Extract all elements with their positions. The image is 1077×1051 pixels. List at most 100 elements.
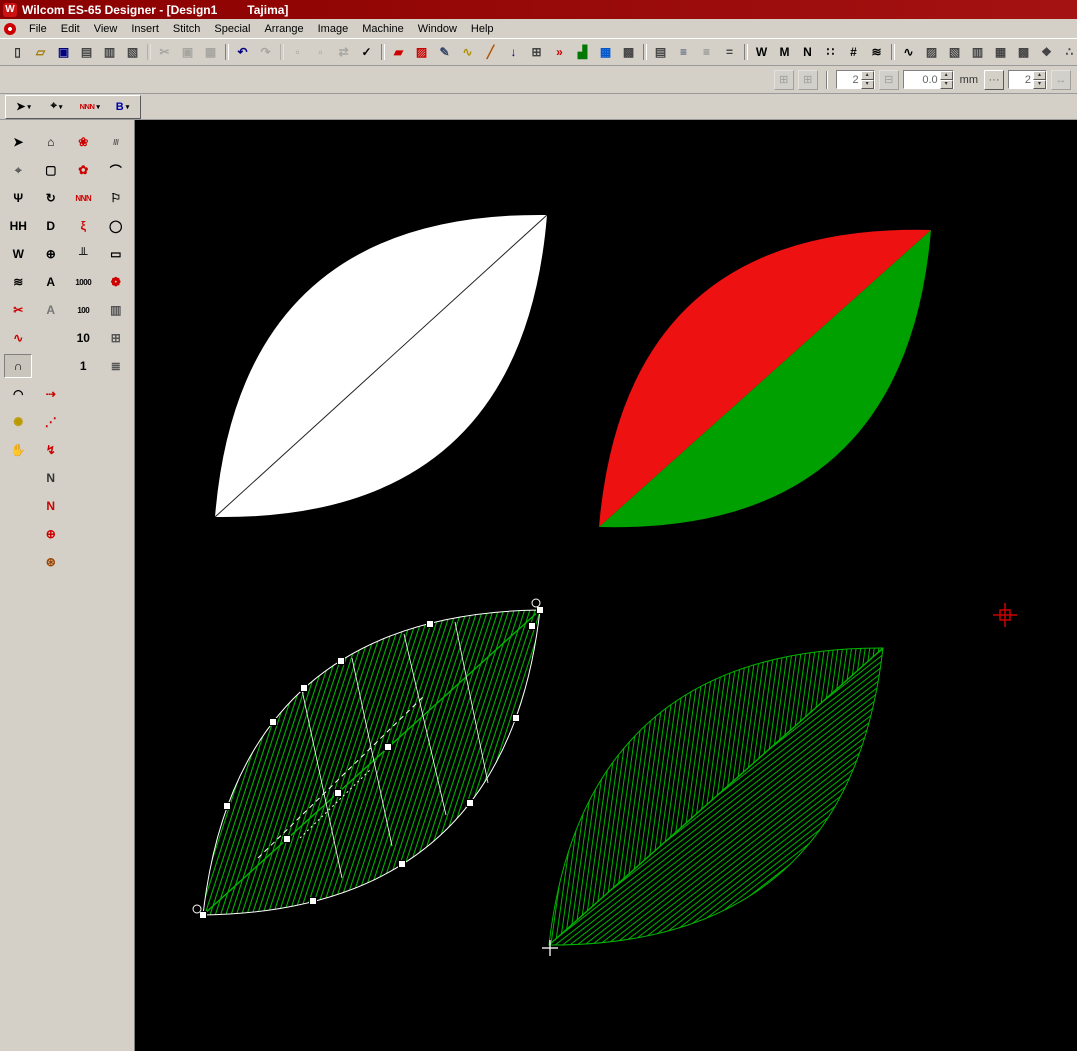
menu-item-stitch[interactable]: Stitch xyxy=(166,21,208,37)
tatami-tool[interactable]: HH xyxy=(4,214,32,238)
hatch-fill-e-button[interactable]: ▩ xyxy=(1012,41,1035,63)
pattern-grid-button[interactable]: ▩ xyxy=(617,41,640,63)
count-value[interactable]: 2 xyxy=(837,71,861,88)
tatami-stitch-button[interactable]: M xyxy=(773,41,796,63)
sunburst-tool[interactable]: ✺ xyxy=(4,410,32,434)
reshape-select-tool[interactable]: ⌖ ▾ xyxy=(41,97,72,117)
reshape-object-tool[interactable]: ⌂ xyxy=(37,130,65,154)
kerning-tool[interactable]: A xyxy=(37,298,65,322)
selection-handle[interactable] xyxy=(270,719,277,726)
contour-fill-button[interactable]: ∿ xyxy=(897,41,920,63)
print-button[interactable]: ▤ xyxy=(75,41,98,63)
needle-point-button[interactable]: ↓ xyxy=(502,41,525,63)
dropdown-caret-icon[interactable]: ▾ xyxy=(27,103,31,111)
spin-up-icon[interactable]: ▴ xyxy=(861,71,874,80)
spin-down-icon[interactable]: ▾ xyxy=(861,80,874,89)
fan-shape-tool[interactable]: ∩ xyxy=(4,354,32,378)
stitched-leaf-object[interactable] xyxy=(549,648,883,945)
dropdown-caret-icon[interactable]: ▾ xyxy=(96,103,99,111)
spin-up-icon[interactable]: ▴ xyxy=(940,71,953,80)
hatch-fill-a-button[interactable]: ▨ xyxy=(920,41,943,63)
fancy-fill-button[interactable]: ❖ xyxy=(1035,41,1058,63)
selected-leaf-object[interactable] xyxy=(203,610,540,915)
selection-handle[interactable] xyxy=(284,836,291,843)
freehand-select-tool[interactable]: ⌖ xyxy=(4,158,32,182)
monogram-tool[interactable]: ✿ xyxy=(69,158,97,182)
print-preview-button[interactable]: ▥ xyxy=(98,41,121,63)
hatch-fill-d-button[interactable]: ▦ xyxy=(989,41,1012,63)
selection-handle[interactable] xyxy=(537,607,544,614)
node-edit-red-tool[interactable]: N xyxy=(37,494,65,518)
satin-stitch-tool[interactable]: W xyxy=(4,242,32,266)
menu-item-file[interactable]: File xyxy=(22,21,54,37)
lightning-run-tool[interactable]: ↯ xyxy=(37,438,65,462)
select-tool[interactable]: ➤ ▾ xyxy=(8,97,39,117)
lettering-a-tool[interactable]: A xyxy=(37,270,65,294)
save-button[interactable]: ▣ xyxy=(52,41,75,63)
open-object-tool[interactable]: ▢ xyxy=(37,158,65,182)
density-list-button[interactable]: ≡ xyxy=(695,41,718,63)
object-check-button[interactable]: ✓ xyxy=(355,41,378,63)
pin-tool[interactable]: ╨ xyxy=(69,242,97,266)
layers-tool[interactable]: ≣ xyxy=(102,354,130,378)
menu-item-help[interactable]: Help xyxy=(464,21,501,37)
start-end-tool[interactable]: ⊕ xyxy=(37,522,65,546)
preset-1-button[interactable]: 1 xyxy=(69,354,97,378)
crayon-button[interactable]: ╱ xyxy=(479,41,502,63)
menu-item-image[interactable]: Image xyxy=(311,21,356,37)
selection-handle[interactable] xyxy=(467,800,474,807)
selection-handle[interactable] xyxy=(301,685,308,692)
preset-100-button[interactable]: 100 xyxy=(69,298,97,322)
spin-up-icon[interactable]: ▴ xyxy=(1033,71,1046,80)
selection-handle[interactable] xyxy=(427,621,434,628)
zigzag-outline-tool[interactable]: NNN xyxy=(69,186,97,210)
hoop-position-button[interactable]: ↔ xyxy=(1051,70,1071,90)
dropdown-caret-icon[interactable]: ▾ xyxy=(126,103,130,111)
scale-views-button[interactable]: ▫ xyxy=(309,41,332,63)
ellipse-tool[interactable]: ◯ xyxy=(102,214,130,238)
selection-handle[interactable] xyxy=(338,658,345,665)
selection-handle[interactable] xyxy=(224,803,231,810)
palette-button[interactable]: ▦ xyxy=(594,41,617,63)
overview-table-button[interactable]: ▤ xyxy=(649,41,672,63)
branching-tool[interactable]: Ψ xyxy=(4,186,32,210)
arc-tool[interactable]: ⌒ xyxy=(102,158,130,182)
red-green-leaf-object[interactable] xyxy=(599,230,931,527)
selection-handle[interactable] xyxy=(310,898,317,905)
motif-fill-button[interactable]: ∷ xyxy=(819,41,842,63)
vertex-marker[interactable] xyxy=(193,905,201,913)
yellow-wave-button[interactable]: ∿ xyxy=(456,41,479,63)
rectangle-tool[interactable]: ▭ xyxy=(102,242,130,266)
hatch-fill-c-button[interactable]: ▥ xyxy=(966,41,989,63)
wave-fill-button[interactable]: ≋ xyxy=(865,41,888,63)
run-arrow-tool[interactable]: ⇢ xyxy=(37,382,65,406)
selection-handle[interactable] xyxy=(385,744,392,751)
export-machine-button[interactable]: ▧ xyxy=(121,41,144,63)
dropdown-caret-icon[interactable]: ▾ xyxy=(59,103,63,111)
reshape-views-button[interactable]: ▫ xyxy=(286,41,309,63)
stitches-red-button[interactable]: ▰ xyxy=(387,41,410,63)
rotate-tool[interactable]: ↻ xyxy=(37,186,65,210)
design-canvas[interactable] xyxy=(135,120,1077,1051)
columns-tool[interactable]: ▥ xyxy=(102,298,130,322)
menu-item-special[interactable]: Special xyxy=(207,21,257,37)
selection-handle[interactable] xyxy=(200,912,207,919)
menu-item-arrange[interactable]: Arrange xyxy=(257,21,310,37)
open-button[interactable]: ▱ xyxy=(29,41,52,63)
document-window-icon[interactable] xyxy=(4,23,16,35)
grid-button[interactable]: ⊞ xyxy=(525,41,548,63)
stipple-fill-button[interactable]: ∴ xyxy=(1058,41,1077,63)
pointer-tool[interactable]: ➤ xyxy=(4,130,32,154)
repeat-value[interactable]: 2 xyxy=(1009,71,1033,88)
selection-handle[interactable] xyxy=(399,861,406,868)
selection-handle[interactable] xyxy=(529,623,536,630)
zigzag-stitch-button[interactable]: N xyxy=(796,41,819,63)
flower-fan-tool[interactable]: ❁ xyxy=(102,270,130,294)
digitize-tool[interactable]: D xyxy=(37,214,65,238)
new-document-button[interactable]: ▯ xyxy=(6,41,29,63)
small-zigzag-tool[interactable]: ∿ xyxy=(4,326,32,350)
hatch-fill-b-button[interactable]: ▧ xyxy=(943,41,966,63)
menu-item-machine[interactable]: Machine xyxy=(355,21,411,37)
white-leaf-object[interactable] xyxy=(215,215,547,517)
dome-tool[interactable]: ◠ xyxy=(4,382,32,406)
